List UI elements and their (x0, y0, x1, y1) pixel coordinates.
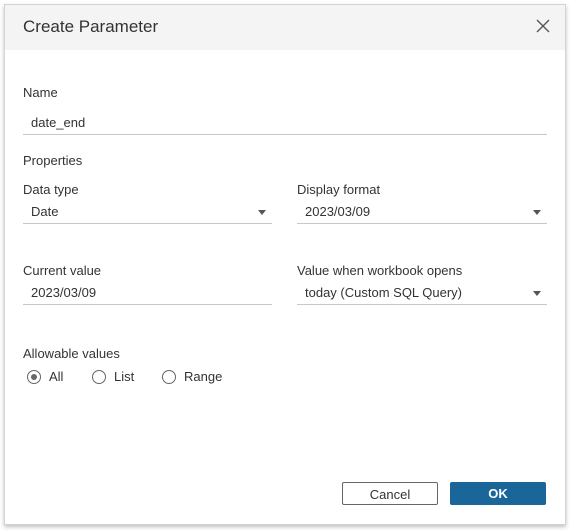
display-format-label: Display format (297, 182, 381, 197)
name-input[interactable]: date_end (23, 111, 547, 135)
dialog-title: Create Parameter (23, 17, 159, 36)
radio-all[interactable]: All (27, 369, 63, 384)
data-type-select[interactable]: Date (23, 200, 272, 224)
radio-range-label: Range (184, 369, 223, 384)
allowable-values-group: All List Range (27, 369, 327, 387)
cancel-button[interactable]: Cancel (342, 482, 438, 505)
radio-checked-icon (27, 369, 41, 384)
chevron-down-icon (533, 210, 541, 215)
close-icon[interactable] (533, 16, 553, 36)
radio-unchecked-icon (162, 369, 176, 384)
name-label: Name (23, 85, 58, 100)
properties-heading: Properties (23, 153, 83, 168)
chevron-down-icon (258, 210, 266, 215)
radio-all-label: All (49, 369, 64, 384)
radio-range[interactable]: Range (162, 369, 222, 384)
chevron-down-icon (533, 291, 541, 296)
display-format-value: 2023/03/09 (305, 204, 371, 219)
radio-unchecked-icon (92, 369, 106, 384)
radio-list[interactable]: List (92, 369, 134, 384)
value-when-opens-select[interactable]: today (Custom SQL Query) (297, 281, 547, 305)
radio-list-label: List (114, 369, 135, 384)
data-type-label: Data type (23, 182, 79, 197)
current-value-label: Current value (23, 263, 102, 278)
create-parameter-dialog: Create Parameter Name date_end Propertie… (4, 4, 566, 525)
current-value-input[interactable]: 2023/03/09 (23, 281, 272, 305)
value-when-opens-value: today (Custom SQL Query) (305, 285, 463, 300)
data-type-value: Date (31, 204, 59, 219)
dialog-header: Create Parameter (5, 5, 565, 50)
value-when-opens-label: Value when workbook opens (297, 263, 463, 278)
display-format-select[interactable]: 2023/03/09 (297, 200, 547, 224)
ok-button[interactable]: OK (450, 482, 546, 505)
allowable-values-label: Allowable values (23, 346, 120, 361)
